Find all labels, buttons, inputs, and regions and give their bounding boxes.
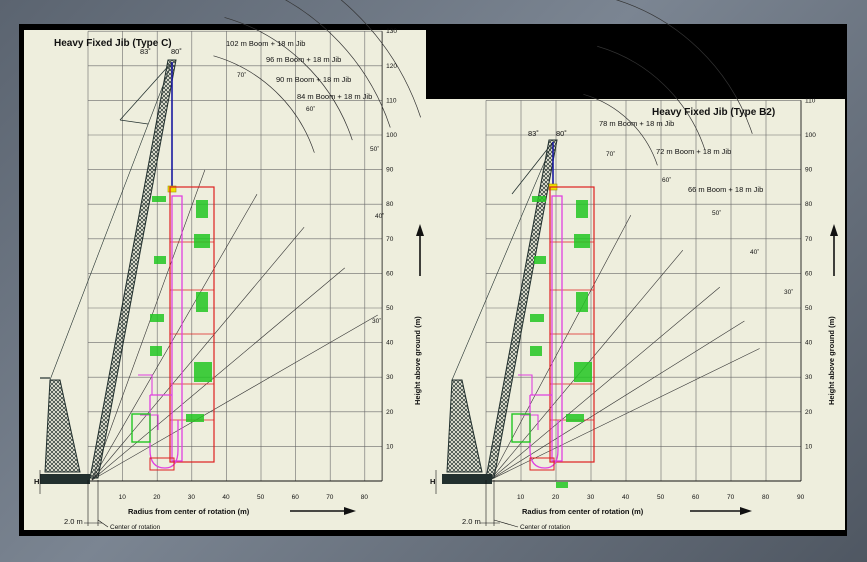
left-y-tick-120: 120 (386, 63, 397, 70)
left-y-tick-90: 90 (386, 167, 394, 174)
right-jib-angle-30: 30˚ (784, 288, 793, 296)
left-x-tick-80: 80 (361, 494, 369, 501)
crane-range-diagram: 10 20 30 40 50 60 70 80 90 100 110 120 130 10 20 30 40 5… (24, 0, 845, 531)
right-top-angle-83: 83˚ (528, 129, 539, 138)
right-y-tick-20: 20 (805, 409, 813, 416)
right-center-of-rotation: Center of rotation (520, 524, 571, 531)
left-y-tick-70: 70 (386, 236, 394, 243)
left-center-of-rotation: Center of rotation (110, 524, 161, 531)
left-x-tick-50: 50 (257, 494, 265, 501)
right-x-axis-label: Radius from center of rotation (m) (522, 507, 644, 516)
right-y-tick-40: 40 (805, 340, 813, 347)
right-x-tick-70: 70 (727, 494, 735, 501)
left-y-tick-50: 50 (386, 305, 394, 312)
left-y-tick-10: 10 (386, 443, 394, 450)
left-x-tick-40: 40 (222, 494, 230, 501)
left-y-tick-130: 130 (386, 28, 397, 35)
right-x-tick-60: 60 (692, 494, 700, 501)
left-x-tick-10: 10 (119, 494, 127, 501)
right-config-label-3: 66 m Boom + 18 m Jib (688, 185, 763, 194)
right-x-tick-30: 30 (587, 494, 595, 501)
left-x-tick-30: 30 (188, 494, 196, 501)
right-y-tick-50: 50 (805, 305, 813, 312)
left-jib-angle-70: 70˚ (237, 71, 246, 79)
right-x-tick-50: 50 (657, 494, 665, 501)
left-jib-angle-30: 30˚ (372, 317, 381, 325)
right-config-label-1: 78 m Boom + 18 m Jib (599, 119, 674, 128)
left-y-tick-80: 80 (386, 201, 394, 208)
left-x-axis-label: Radius from center of rotation (m) (128, 507, 250, 516)
right-chart: 10 20 30 40 50 60 70 80 90 100 110 10 20 30 40 50 60 70 8… (426, 0, 845, 531)
right-h-label: H (430, 477, 435, 486)
left-offset-label: 2.0 m (64, 517, 83, 526)
right-jib-angle-50: 50˚ (712, 209, 721, 217)
right-y-tick-90: 90 (805, 167, 813, 174)
right-jib-angle-70: 70˚ (606, 150, 615, 158)
left-y-tick-100: 100 (386, 132, 397, 139)
left-y-tick-30: 30 (386, 374, 394, 381)
left-jib-angle-40: 40˚ (375, 212, 384, 220)
right-jib-angle-60: 60˚ (662, 176, 671, 184)
left-config-label-4: 84 m Boom + 18 m Jib (297, 92, 372, 101)
right-top-angle-80: 80˚ (556, 129, 567, 138)
left-x-tick-60: 60 (292, 494, 300, 501)
right-y-tick-110: 110 (805, 97, 816, 104)
right-y-tick-60: 60 (805, 270, 813, 277)
right-offset-label: 2.0 m (462, 517, 481, 526)
left-y-axis-label: Height above ground (m) (413, 316, 422, 405)
left-y-tick-110: 110 (386, 97, 397, 104)
right-title: Heavy Fixed Jib (Type B2) (652, 107, 775, 118)
left-chart: 10 20 30 40 50 60 70 80 90 100 110 120 130 10 20 30 40 5… (24, 0, 426, 531)
right-y-tick-70: 70 (805, 236, 813, 243)
right-config-label-2: 72 m Boom + 18 m Jib (656, 147, 731, 156)
left-title: Heavy Fixed Jib (Type C) (54, 38, 172, 49)
left-y-tick-20: 20 (386, 409, 394, 416)
left-y-tick-60: 60 (386, 270, 394, 277)
left-config-label-3: 90 m Boom + 18 m Jib (276, 75, 351, 84)
right-jib-angle-40: 40˚ (750, 248, 759, 256)
right-y-tick-10: 10 (805, 443, 813, 450)
left-top-angle-83: 83˚ (140, 47, 151, 56)
left-panel-background (24, 30, 426, 530)
right-x-tick-80: 80 (762, 494, 770, 501)
right-x-tick-20: 20 (552, 494, 560, 501)
right-y-tick-30: 30 (805, 374, 813, 381)
left-top-angle-80: 80˚ (171, 47, 182, 56)
right-y-tick-80: 80 (805, 201, 813, 208)
left-config-label-1: 102 m Boom + 18 m Jib (226, 39, 305, 48)
right-x-tick-10: 10 (517, 494, 525, 501)
right-x-tick-40: 40 (622, 494, 630, 501)
left-x-tick-20: 20 (153, 494, 161, 501)
left-jib-angle-50: 50˚ (370, 145, 379, 153)
left-config-label-2: 96 m Boom + 18 m Jib (266, 55, 341, 64)
right-y-axis-label: Height above ground (m) (827, 316, 836, 405)
left-y-tick-40: 40 (386, 340, 394, 347)
right-y-tick-100: 100 (805, 132, 816, 139)
left-x-tick-70: 70 (326, 494, 334, 501)
left-jib-angle-60: 60˚ (306, 105, 315, 113)
right-x-tick-90: 90 (797, 494, 805, 501)
left-h-label: H (34, 477, 39, 486)
